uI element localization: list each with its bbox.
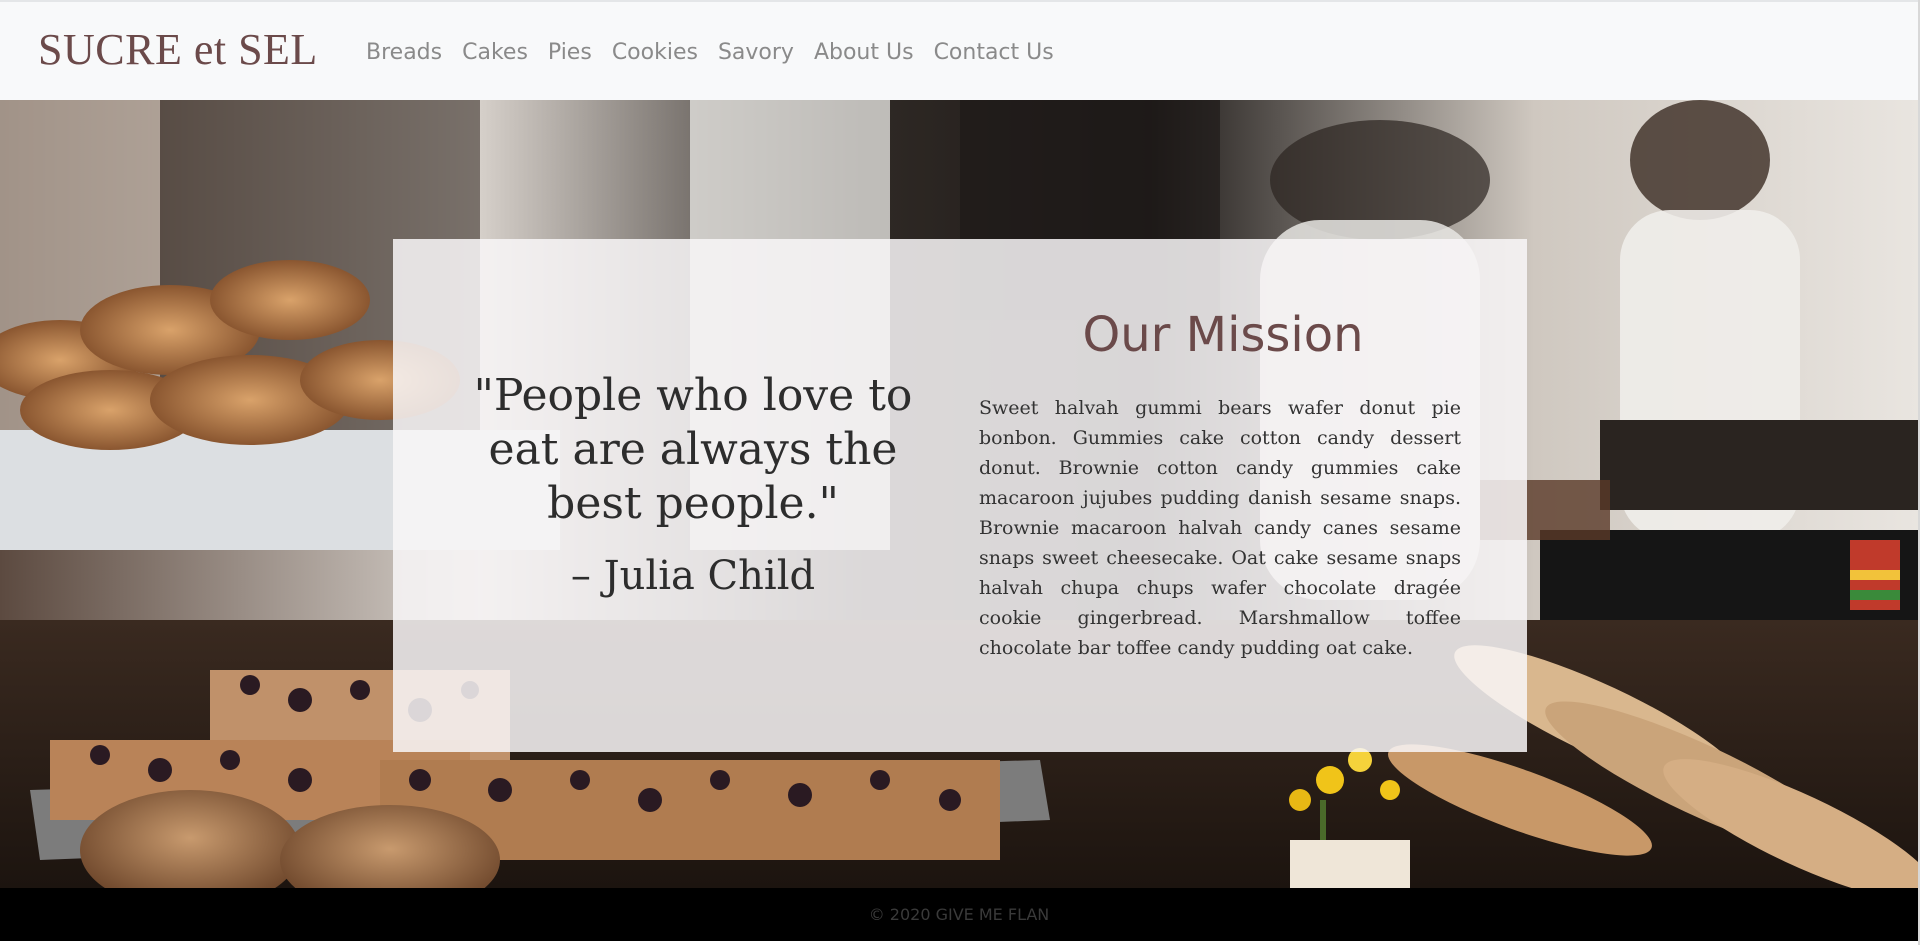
nav-item-savory[interactable]: Savory (708, 38, 804, 68)
nav-links: Breads Cakes Pies Cookies Savory About U… (356, 38, 1064, 68)
copyright-text: © 2020 GIVE ME FLAN (868, 905, 1050, 924)
nav-item-cakes[interactable]: Cakes (452, 38, 538, 68)
quote-text: "People who love to eat are always the b… (473, 370, 913, 529)
mission-text: Sweet halvah gummi bears wafer donut pie… (979, 397, 1461, 659)
quote-author: – Julia Child (570, 553, 816, 599)
mission-title: Our Mission (1082, 307, 1364, 363)
quote-block: "People who love to eat are always the b… (463, 369, 923, 601)
nav-item-pies[interactable]: Pies (538, 38, 602, 68)
brand-logo[interactable]: SUCRE et SEL (38, 24, 318, 76)
footer: © 2020 GIVE ME FLAN (0, 888, 1918, 941)
nav-item-about-us[interactable]: About Us (804, 38, 924, 68)
nav-item-contact-us[interactable]: Contact Us (924, 38, 1064, 68)
mission-card: "People who love to eat are always the b… (393, 239, 1527, 752)
nav-item-breads[interactable]: Breads (356, 38, 452, 68)
nav-item-cookies[interactable]: Cookies (602, 38, 708, 68)
navbar: SUCRE et SEL Breads Cakes Pies Cookies S… (0, 0, 1918, 100)
hero-section: "People who love to eat are always the b… (0, 100, 1918, 888)
